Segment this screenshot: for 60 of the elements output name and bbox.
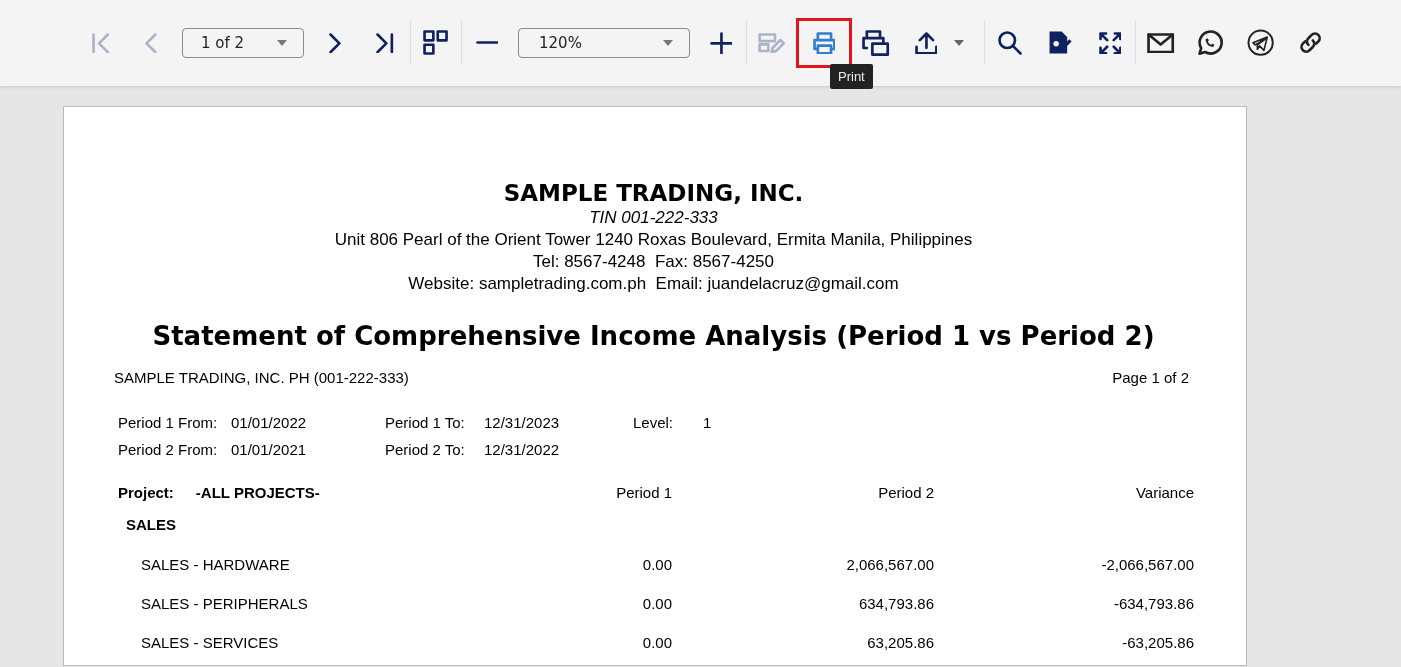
parameter-label: Period 2 From: [118,441,219,458]
amount-cell-text: -2,066,567.00 [1100,555,1194,575]
edit-form-icon [758,32,786,54]
caret-icon [277,40,287,46]
project-label: Project: [118,483,174,503]
account-name: SALES - PERIPHERALS [140,594,309,614]
dropdown-field[interactable]: 1 of 2 [182,28,304,58]
document-sign-icon [1048,30,1072,56]
chat-phone-icon [1198,30,1224,56]
parameter-label: Level: [633,414,675,431]
report-title: Statement of Comprehensive Income Analysis (Period 1 vs Period 2) [151,321,1156,351]
minus-icon [475,41,499,45]
account-name: SALES - SERVICES [140,633,280,653]
company-address: Unit 806 Pearl of the Orient Tower 1240 Roxas Boulevard, Ermita Manila, Philippines [334,229,973,251]
printer-icon [812,31,836,55]
parameter-value: 01/01/2021 [231,441,308,458]
last-page-icon [376,32,394,54]
account-name: SALES - HARDWARE [140,555,291,575]
amount-cell-text: 634,793.86 [857,594,934,614]
column-header: Period 1 [615,483,672,503]
website-email: Website: sampletrading.com.ph Email: juandelacruz@gmail.com [408,273,899,295]
amount-cell-text: 2,066,567.00 [845,555,934,575]
contact-numbers: Tel: 8567-4248 Fax: 8567-4250 [533,251,774,273]
parameter-label: Period 1 From: [118,414,219,431]
printer-button[interactable] [799,21,849,65]
parameter-label: Period 1 To: [385,414,466,431]
first-page-icon [92,32,110,54]
printer-pages-icon [862,29,890,57]
company-name: SAMPLE TRADING, INC. [503,179,804,207]
link-icon [1300,32,1322,54]
parameter-value: 12/31/2023 [484,414,561,431]
amount-cell-text: 0.00 [641,633,672,653]
plus-icon [709,31,733,55]
entity-name: SAMPLE TRADING, INC. PH (001-222-333) [114,369,409,386]
parameter-value: 01/01/2022 [231,414,308,431]
grid-icon [423,30,449,56]
amount-cell-text: -63,205.86 [1121,633,1194,653]
paper-plane-icon [1247,29,1275,57]
column-header: Variance [1134,483,1194,503]
amount-cell-text: -634,793.86 [1112,594,1194,614]
column-header: Period 2 [877,483,934,503]
fullscreen-icon [1098,31,1122,55]
tax-id: TIN 001-222-333 [589,207,718,229]
parameter-value: 1 [703,414,713,431]
dropdown-field[interactable]: 120% [518,28,690,58]
parameter-value: 12/31/2022 [484,441,561,458]
upload-icon [914,31,938,55]
mail-icon [1147,32,1175,54]
tooltip: Print [830,64,873,89]
amount-cell-text: 0.00 [641,555,672,575]
section-heading: SALES [125,515,177,535]
search-icon [998,31,1022,55]
parameter-label: Period 2 To: [385,441,466,458]
previous-icon [145,32,157,54]
page-number: Page 1 of 2 [1112,369,1189,386]
caret-icon [663,40,673,46]
project-value: -ALL PROJECTS- [195,483,320,503]
next-icon [329,32,341,54]
amount-cell-text: 63,205.86 [866,633,934,653]
amount-cell-text: 0.00 [641,594,672,614]
